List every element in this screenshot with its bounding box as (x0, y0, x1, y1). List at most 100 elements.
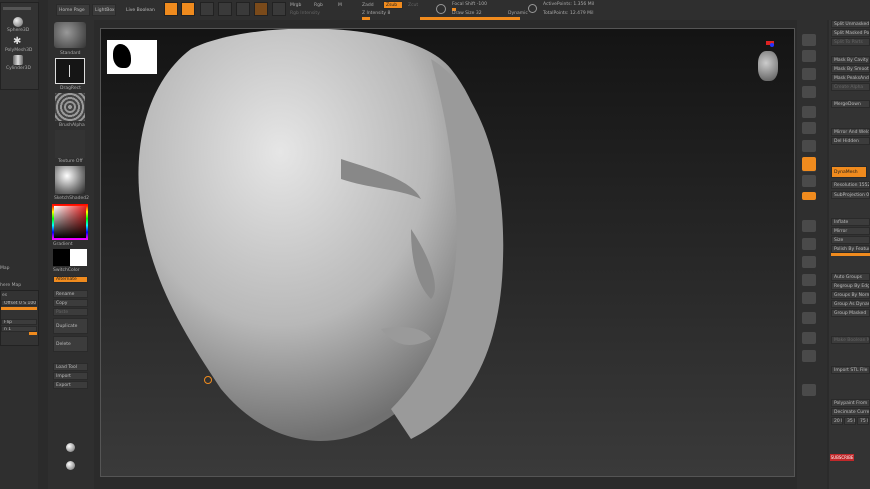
edit-mode-button[interactable] (164, 2, 178, 16)
inflat-material-icon[interactable] (66, 461, 75, 470)
duplicate-button[interactable]: Duplicate (53, 318, 88, 334)
mrgb-toggle[interactable]: Mrgb (290, 3, 301, 8)
m-toggle[interactable]: M (338, 3, 342, 8)
delete-button[interactable]: Delete (53, 336, 88, 352)
aahalf-icon[interactable] (802, 122, 816, 134)
actual-icon[interactable] (802, 106, 816, 118)
make-boolean-mesh-button[interactable]: Make Boolean Mesh (831, 336, 870, 344)
sculpted-head-model[interactable] (111, 29, 531, 477)
xyz-icon[interactable] (802, 192, 816, 200)
merge-down-button[interactable]: MergeDown (831, 100, 870, 108)
alternate-button[interactable]: Alternate (53, 276, 88, 283)
mask-peaks-button[interactable]: Mask PeaksAndValleys (831, 74, 870, 82)
regroup-by-edges-button[interactable]: Regroup By Edges (831, 282, 870, 290)
tool-polymesh3d[interactable]: PolyMesh3D (5, 48, 32, 53)
z-intensity-slider[interactable]: Z Intensity 8 (362, 11, 390, 16)
sphere3d-icon[interactable] (13, 17, 23, 27)
split-to-parts-button[interactable]: Split To Parts (831, 38, 870, 46)
xpose-icon[interactable] (802, 384, 816, 396)
preset-75k-button[interactable]: 75 k (857, 417, 869, 425)
material-thumbnail[interactable] (55, 166, 85, 194)
load-tool-button[interactable]: Load Tool (53, 363, 88, 371)
draw-mode-button[interactable] (181, 2, 195, 16)
del-hidden-button[interactable]: Del Hidden (831, 137, 870, 145)
size-slider[interactable]: Size (831, 236, 870, 244)
alpha-thumbnail[interactable] (55, 93, 85, 121)
persp-icon[interactable] (802, 140, 816, 152)
rgb-toggle[interactable]: Rgb (314, 3, 323, 8)
copy-button[interactable]: Copy (53, 299, 88, 307)
polish-material-icon[interactable] (66, 443, 75, 452)
subprojection-slider[interactable]: SubProjection 0.6 (831, 191, 870, 199)
offset-field[interactable]: Offset 0 S 100 (1, 300, 37, 306)
solo-icon[interactable] (802, 350, 816, 362)
secondary-color-swatch[interactable] (70, 249, 87, 266)
group-masked-button[interactable]: Group Masked (831, 309, 870, 317)
export-button[interactable]: Export (53, 381, 88, 389)
cylinder3d-icon[interactable] (13, 55, 23, 65)
stroke-thumbnail[interactable] (55, 58, 85, 84)
tool-cylinder3d[interactable]: Cylinder3D (6, 66, 31, 71)
inflate-slider[interactable]: Inflate (831, 218, 870, 226)
tab-lightbox[interactable]: LightBox (92, 4, 116, 16)
polymesh3d-icon[interactable]: ✱ (13, 36, 21, 47)
mask-by-cavity-button[interactable]: Mask By Cavity (831, 56, 870, 64)
focal-shift-slider[interactable]: Focal Shift -100 (452, 2, 487, 7)
scroll-icon[interactable] (802, 68, 816, 80)
sculptris-button[interactable] (272, 2, 286, 16)
split-unmasked-button[interactable]: Split Unmasked Points (831, 20, 870, 28)
groups-by-normals-button[interactable]: Groups By Normals (831, 291, 870, 299)
move-mode-button[interactable] (200, 2, 214, 16)
lsym-icon[interactable] (802, 175, 816, 187)
zoom-icon[interactable] (802, 86, 816, 98)
zcut-toggle[interactable]: Zcut (408, 3, 418, 8)
paste-button[interactable]: Paste (53, 308, 88, 316)
polypaint-from-texture-button[interactable]: Polypaint From Texture (831, 399, 870, 407)
dynamic-icon[interactable] (802, 332, 816, 344)
import-button[interactable]: Import (53, 372, 88, 380)
dynamesh-button[interactable]: DynaMesh (831, 166, 867, 178)
switchcolor-label[interactable]: SwitchColor (53, 268, 80, 273)
viewport-canvas[interactable] (100, 28, 795, 477)
bpr-icon[interactable] (802, 34, 816, 46)
mask-by-smoothness-button[interactable]: Mask By Smoothness (831, 65, 870, 73)
subscribe-badge[interactable]: SUBSCRIBE (830, 454, 854, 461)
polish-by-features-slider[interactable]: Polish By Features (831, 245, 870, 253)
decimate-current-button[interactable]: Decimate Current (831, 408, 870, 416)
mirror-and-weld-button[interactable]: Mirror And Weld (831, 128, 870, 136)
flip-button[interactable]: Flip (1, 319, 37, 325)
mirror-button[interactable]: Mirror (831, 227, 870, 235)
create-alpha-button[interactable]: Create Alpha (831, 83, 870, 91)
zoom3d-icon[interactable] (802, 256, 816, 268)
main-color-swatch[interactable] (53, 249, 70, 266)
texture-thumbnail[interactable] (55, 130, 85, 158)
local-icon[interactable] (802, 157, 816, 171)
rename-button[interactable]: Rename (53, 290, 88, 298)
dynamic-toggle[interactable]: Dynamic (508, 11, 528, 16)
import-stl-button[interactable]: Import STL File (831, 366, 870, 374)
offset-slider[interactable] (1, 307, 37, 310)
draw-size-slider[interactable]: Draw Size 32 (452, 11, 482, 16)
scale-mode-button[interactable] (218, 2, 232, 16)
transp-icon[interactable] (802, 312, 816, 324)
gizmo-button[interactable] (254, 2, 268, 16)
group-as-dynamesh-button[interactable]: Group As Dynamesh (831, 300, 870, 308)
color-picker[interactable] (52, 204, 88, 240)
brush-thumbnail[interactable] (54, 22, 86, 48)
palette-slider[interactable] (3, 7, 31, 10)
preset-20k-button[interactable]: 20 k (831, 417, 843, 425)
rotate-mode-button[interactable] (236, 2, 250, 16)
zsub-toggle[interactable]: Zsub (383, 1, 403, 9)
zadd-toggle[interactable]: Zadd (362, 3, 374, 8)
auto-groups-button[interactable]: Auto Groups (831, 273, 870, 281)
frame-icon[interactable] (802, 220, 816, 232)
rgb-intensity-slider[interactable]: Rgb Intensity (290, 11, 320, 16)
move-icon[interactable] (802, 238, 816, 250)
tab-live-boolean[interactable]: Live Boolean (124, 4, 158, 16)
split-masked-button[interactable]: Split Masked Points (831, 29, 870, 37)
tab-home-page[interactable]: Home Page (56, 4, 90, 16)
polyf-icon[interactable] (802, 292, 816, 304)
tool-sphere3d[interactable]: Sphere3D (7, 28, 29, 33)
rotate-icon[interactable] (802, 274, 816, 286)
resolution-slider[interactable]: Resolution 1552 (831, 181, 870, 189)
